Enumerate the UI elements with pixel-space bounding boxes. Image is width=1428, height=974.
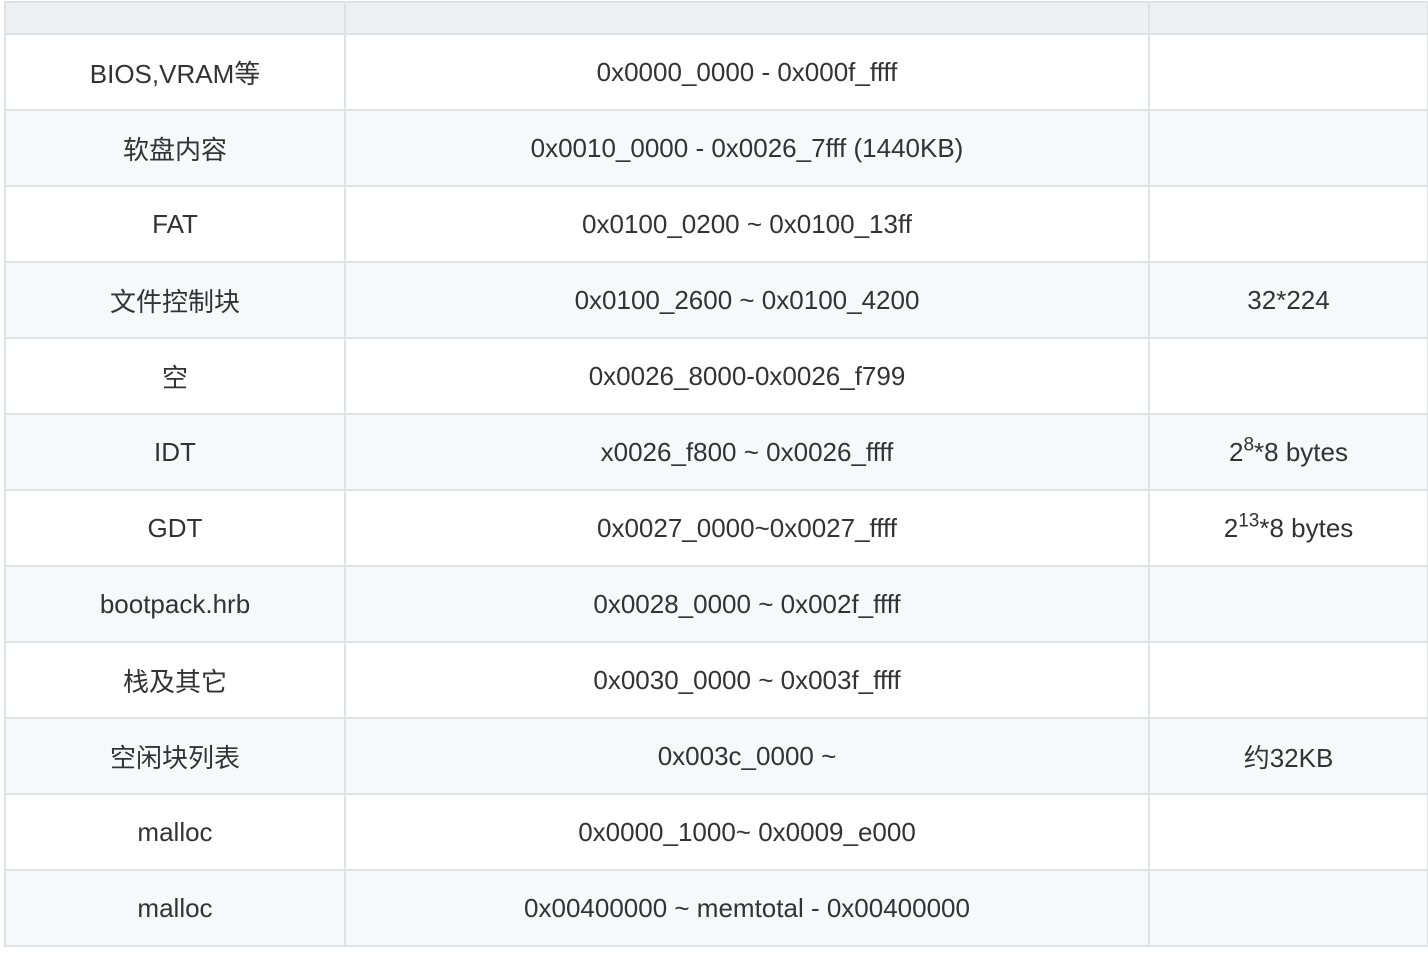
table-row: 文件控制块 0x0100_2600 ~ 0x0100_4200 32*224 — [4, 261, 1428, 339]
cell-note — [1148, 109, 1428, 187]
cell-name: 软盘内容 — [4, 109, 346, 187]
note-suffix: *8 bytes — [1259, 512, 1354, 543]
cell-range: x0026_f800 ~ 0x0026_ffff — [344, 413, 1150, 491]
cell-name: FAT — [4, 185, 346, 263]
cell-note — [1148, 793, 1428, 871]
table-row: IDT x0026_f800 ~ 0x0026_ffff 28*8 bytes — [4, 413, 1428, 491]
cell-note — [1148, 869, 1428, 947]
table-row: GDT 0x0027_0000~0x0027_ffff 213*8 bytes — [4, 489, 1428, 567]
cell-name: IDT — [4, 413, 346, 491]
cell-range: 0x0100_0200 ~ 0x0100_13ff — [344, 185, 1150, 263]
cell-range: 0x0010_0000 - 0x0026_7fff (1440KB) — [344, 109, 1150, 187]
cell-name: GDT — [4, 489, 346, 567]
table-row: malloc 0x00400000 ~ memtotal - 0x0040000… — [4, 869, 1428, 947]
cell-note — [1148, 33, 1428, 111]
cell-range: 0x0100_2600 ~ 0x0100_4200 — [344, 261, 1150, 339]
cell-name: 栈及其它 — [4, 641, 346, 719]
cell-note: 32*224 — [1148, 261, 1428, 339]
cell-range: 0x0028_0000 ~ 0x002f_ffff — [344, 565, 1150, 643]
cell-name: bootpack.hrb — [4, 565, 346, 643]
cell-name: 空 — [4, 337, 346, 415]
cell-range: 0x003c_0000 ~ — [344, 717, 1150, 795]
note-base: 2 — [1223, 512, 1239, 543]
header-cell-name — [4, 1, 346, 35]
table-row: BIOS,VRAM等 0x0000_0000 - 0x000f_ffff — [4, 33, 1428, 111]
table-row: 空闲块列表 0x003c_0000 ~ 约32KB — [4, 717, 1428, 795]
cell-range: 0x0030_0000 ~ 0x003f_ffff — [344, 641, 1150, 719]
cell-range: 0x0000_1000~ 0x0009_e000 — [344, 793, 1150, 871]
cell-range: 0x0026_8000-0x0026_f799 — [344, 337, 1150, 415]
cell-note — [1148, 185, 1428, 263]
table-body: BIOS,VRAM等 0x0000_0000 - 0x000f_ffff 软盘内… — [4, 33, 1428, 947]
table-row: 栈及其它 0x0030_0000 ~ 0x003f_ffff — [4, 641, 1428, 719]
note-exponent: 8 — [1243, 434, 1255, 456]
cell-note: 28*8 bytes — [1148, 413, 1428, 491]
header-row — [4, 1, 1428, 35]
cell-note: 约32KB — [1148, 717, 1428, 795]
table-header — [4, 1, 1428, 35]
table-row: FAT 0x0100_0200 ~ 0x0100_13ff — [4, 185, 1428, 263]
cell-name: malloc — [4, 869, 346, 947]
cell-name: malloc — [4, 793, 346, 871]
cell-name: 空闲块列表 — [4, 717, 346, 795]
note-base: 2 — [1229, 436, 1244, 467]
cell-note — [1148, 565, 1428, 643]
note-exponent: 13 — [1238, 510, 1260, 532]
table-row: bootpack.hrb 0x0028_0000 ~ 0x002f_ffff — [4, 565, 1428, 643]
cell-note — [1148, 337, 1428, 415]
cell-range: 0x0000_0000 - 0x000f_ffff — [344, 33, 1150, 111]
cell-range: 0x0027_0000~0x0027_ffff — [344, 489, 1150, 567]
memory-map-table: BIOS,VRAM等 0x0000_0000 - 0x000f_ffff 软盘内… — [4, 1, 1428, 947]
cell-note: 213*8 bytes — [1148, 489, 1428, 567]
cell-range: 0x00400000 ~ memtotal - 0x00400000 — [344, 869, 1150, 947]
table-row: 空 0x0026_8000-0x0026_f799 — [4, 337, 1428, 415]
memory-map-container: BIOS,VRAM等 0x0000_0000 - 0x000f_ffff 软盘内… — [4, 1, 1428, 947]
table-row: 软盘内容 0x0010_0000 - 0x0026_7fff (1440KB) — [4, 109, 1428, 187]
header-cell-range — [344, 1, 1150, 35]
table-row: malloc 0x0000_1000~ 0x0009_e000 — [4, 793, 1428, 871]
cell-note — [1148, 641, 1428, 719]
note-suffix: *8 bytes — [1254, 436, 1348, 467]
header-cell-note — [1148, 1, 1428, 35]
cell-name: BIOS,VRAM等 — [4, 33, 346, 111]
cell-name: 文件控制块 — [4, 261, 346, 339]
